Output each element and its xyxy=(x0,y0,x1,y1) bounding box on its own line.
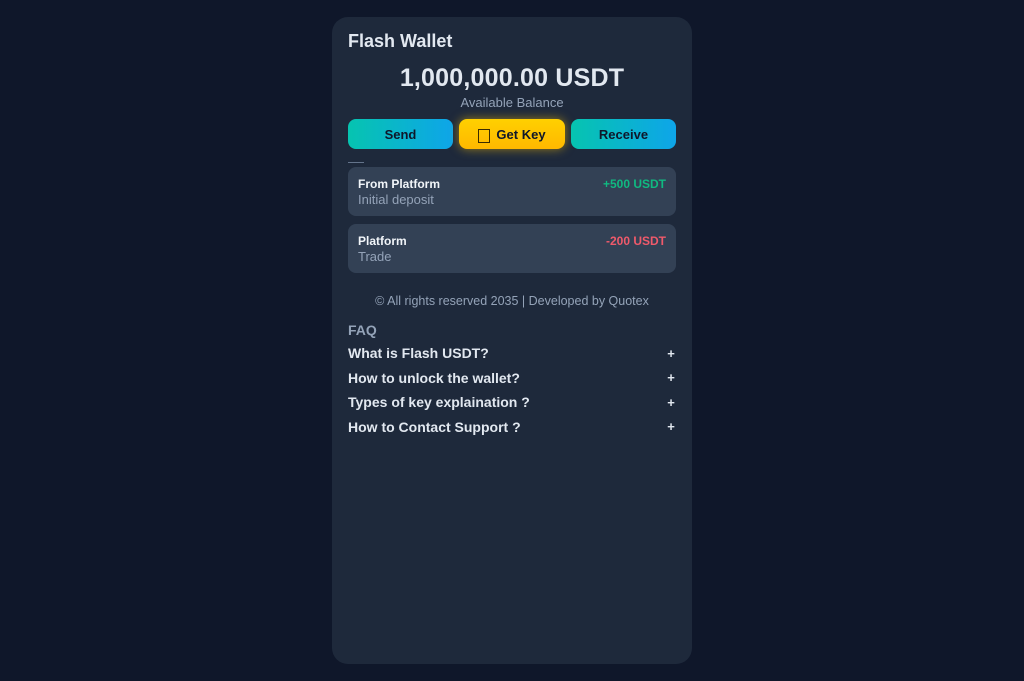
faq-question: Types of key explaination ? xyxy=(348,394,530,411)
faq-title: FAQ xyxy=(348,322,377,338)
transaction-item: Platform Trade -200 USDT xyxy=(348,224,676,273)
send-button[interactable]: Send xyxy=(348,119,453,149)
transaction-name: Platform xyxy=(358,234,407,248)
transaction-description: Initial deposit xyxy=(358,192,434,207)
app-title: Flash Wallet xyxy=(348,31,453,51)
faq-item-unlock-wallet[interactable]: How to unlock the wallet? + xyxy=(348,366,676,391)
balance-amount: 1,000,000.00 USDT xyxy=(399,64,625,92)
faq-question: What is Flash USDT? xyxy=(348,345,489,362)
receive-button-label: Receive xyxy=(598,126,649,142)
wallet-card: Flash Wallet 1,000,000.00 USDT Available… xyxy=(332,17,692,664)
transaction-amount: -200 USDT xyxy=(605,234,666,248)
get-key-button[interactable]: Get Key xyxy=(459,119,565,149)
action-buttons: Send Get Key Receive xyxy=(348,119,676,149)
get-key-button-label: Get Key xyxy=(496,126,546,142)
faq-item-types-of-key[interactable]: Types of key explaination ? + xyxy=(348,390,676,415)
transaction-item: From Platform Initial deposit +500 USDT xyxy=(348,167,676,216)
transaction-name: From Platform xyxy=(358,177,441,191)
faq-question: How to Contact Support ? xyxy=(348,418,521,435)
plus-icon[interactable]: + xyxy=(666,370,676,385)
balance-label: Available Balance xyxy=(460,95,564,110)
faq-question: How to unlock the wallet? xyxy=(348,369,520,386)
faq-item-contact-support[interactable]: How to Contact Support ? + xyxy=(348,415,676,440)
faq-item-what-is-flash-usdt[interactable]: What is Flash USDT? + xyxy=(348,341,676,366)
footer-copyright: © All rights reserved 2035 | Developed b… xyxy=(375,294,649,308)
plus-icon[interactable]: + xyxy=(666,346,676,361)
transaction-description: Trade xyxy=(358,249,392,264)
key-icon xyxy=(478,128,491,143)
faq-list: What is Flash USDT? + How to unlock the … xyxy=(348,341,676,439)
section-divider xyxy=(348,162,364,163)
send-button-label: Send xyxy=(384,126,417,142)
receive-button[interactable]: Receive xyxy=(571,119,676,149)
plus-icon[interactable]: + xyxy=(666,395,676,410)
plus-icon[interactable]: + xyxy=(666,419,676,434)
transaction-amount: +500 USDT xyxy=(602,177,666,191)
